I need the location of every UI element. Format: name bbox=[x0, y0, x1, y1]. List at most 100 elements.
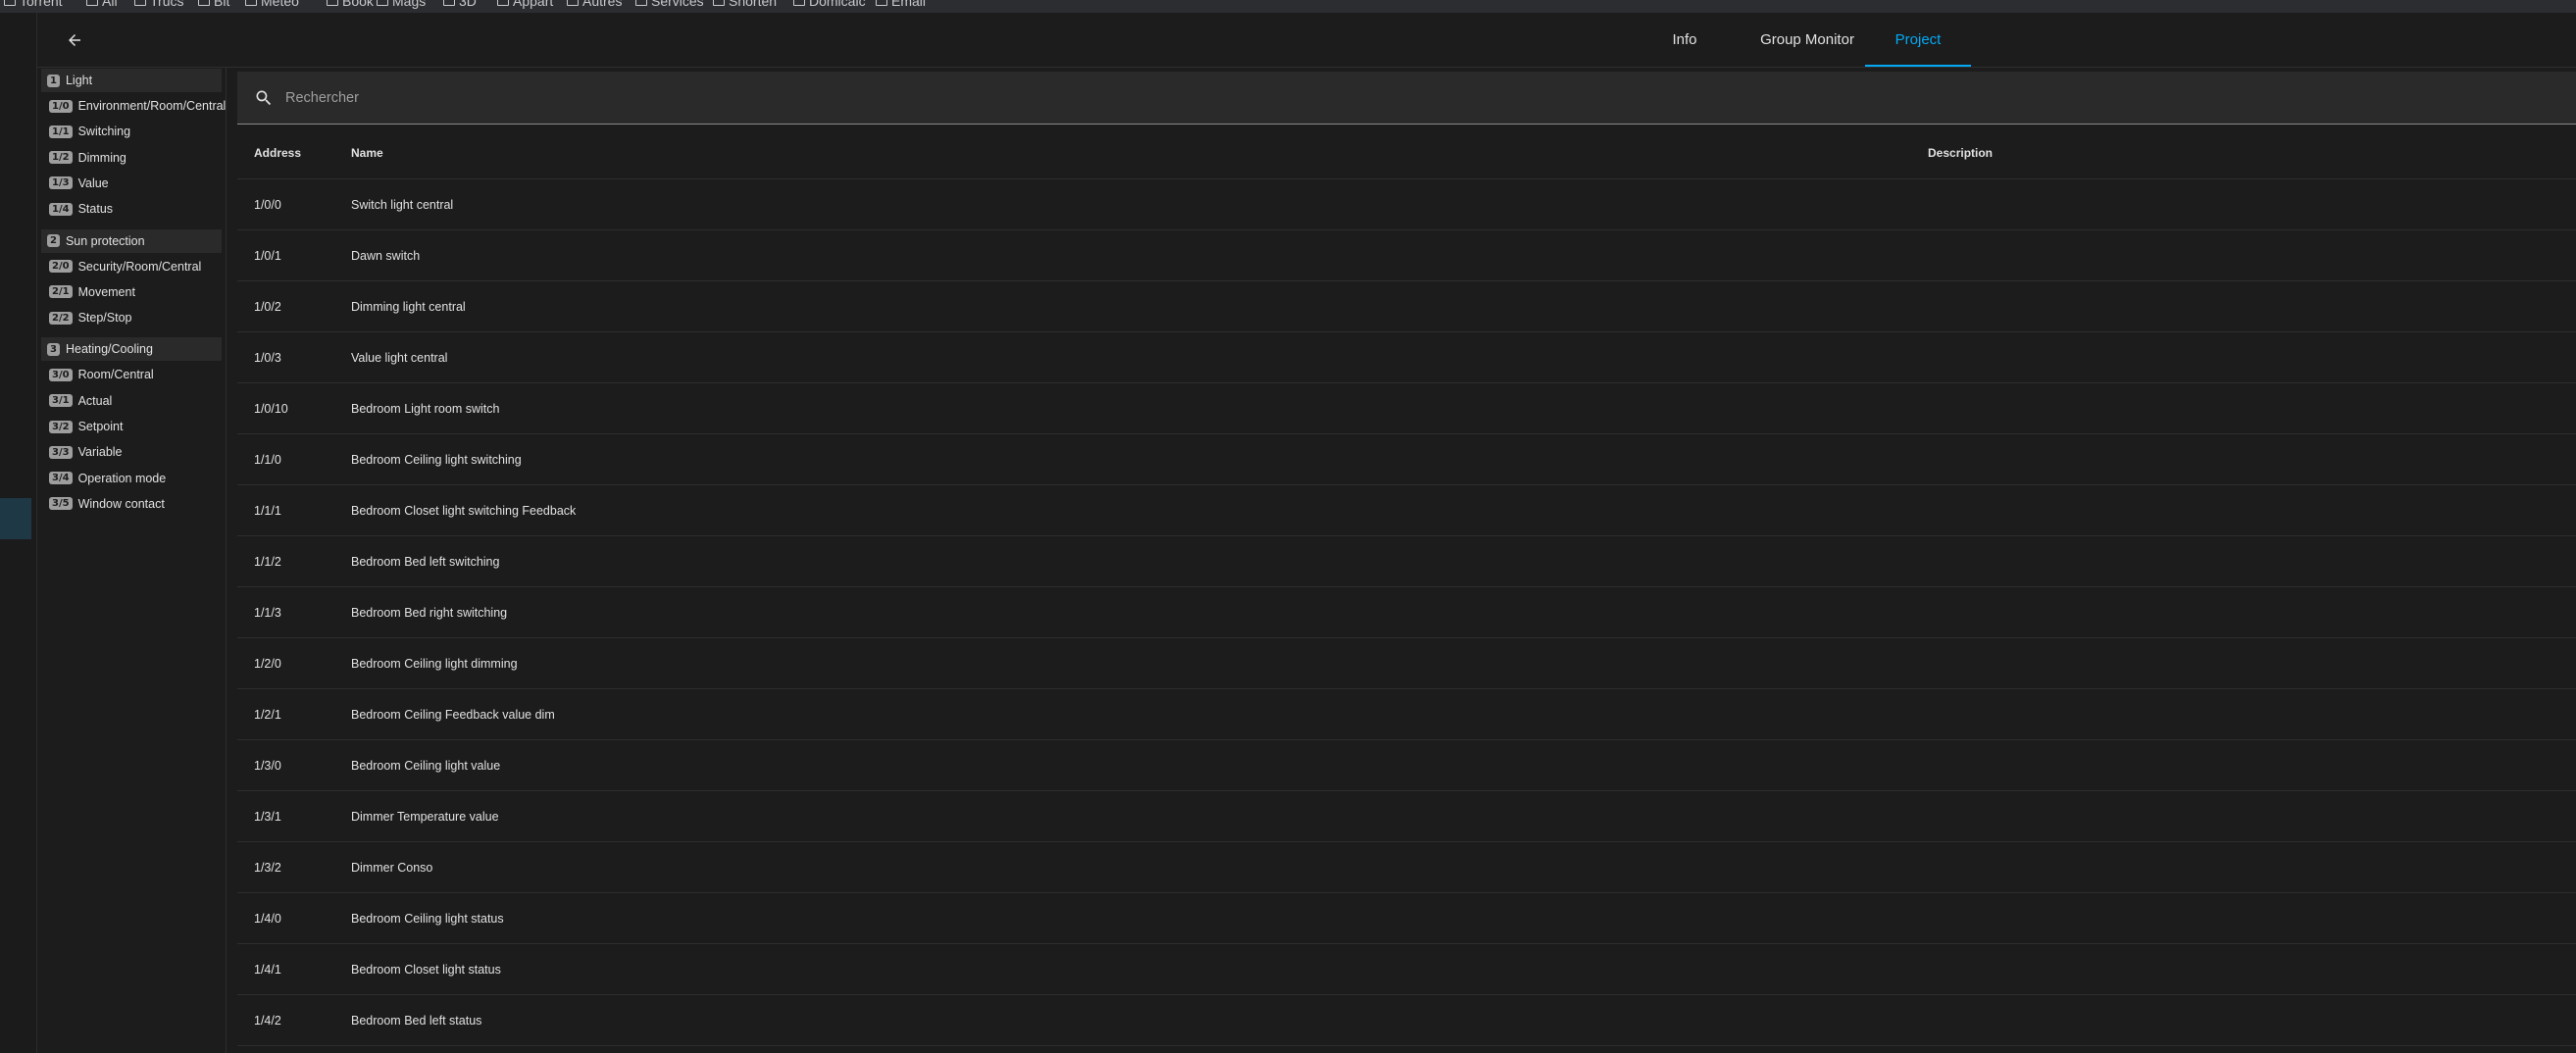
cell-name: Bedroom Ceiling light switching bbox=[351, 452, 522, 467]
column-header-address[interactable]: Address bbox=[254, 127, 301, 178]
table-row[interactable]: 1/0/3 Value light central bbox=[237, 332, 2576, 383]
cell-name: Bedroom Bed left status bbox=[351, 1013, 482, 1028]
tree-middle-group[interactable]: 3/3 Variable bbox=[49, 440, 123, 464]
bookmark-label: Trucs bbox=[150, 0, 184, 9]
table-row[interactable]: 1/1/2 Bedroom Bed left switching bbox=[237, 536, 2576, 587]
bookmark-item[interactable]: Ali bbox=[86, 0, 118, 9]
tree-middle-group-label: Step/Stop bbox=[77, 311, 132, 326]
group-address-badge: 3/3 bbox=[49, 445, 73, 459]
tree-middle-group[interactable]: 2/0 Security/Room/Central bbox=[49, 255, 201, 278]
table-row[interactable]: 1/4/1 Bedroom Closet light status bbox=[237, 944, 2576, 995]
bookmark-item[interactable]: Trucs bbox=[134, 0, 184, 9]
tree-middle-group[interactable]: 3/1 Actual bbox=[49, 389, 112, 413]
cell-name: Bedroom Light room switch bbox=[351, 401, 500, 416]
search-icon bbox=[256, 90, 272, 105]
table-row[interactable]: 1/4/2 Bedroom Bed left status bbox=[237, 995, 2576, 1046]
bookmark-item[interactable]: Mags bbox=[377, 0, 426, 9]
folder-icon bbox=[377, 0, 388, 6]
top-app-bar: Info Group Monitor Project bbox=[37, 13, 2576, 68]
cell-name: Dimming light central bbox=[351, 299, 466, 314]
table-row[interactable]: 1/2/0 Bedroom Ceiling light dimming bbox=[237, 638, 2576, 689]
tree-middle-group[interactable]: 1/2 Dimming bbox=[49, 146, 126, 170]
table-row[interactable]: 1/3/0 Bedroom Ceiling light value bbox=[237, 740, 2576, 791]
tree-middle-group-label: Status bbox=[77, 202, 114, 217]
tree-main-group[interactable]: 3 Heating/Cooling bbox=[41, 337, 222, 362]
table-row[interactable]: 1/0/2 Dimming light central bbox=[237, 281, 2576, 332]
table-row[interactable]: 1/3/2 Dimmer Conso bbox=[237, 842, 2576, 893]
bookmark-item[interactable]: Autres bbox=[567, 0, 622, 9]
tree-middle-group[interactable]: 1/3 Value bbox=[49, 172, 109, 195]
table-row[interactable]: 1/0/1 Dawn switch bbox=[237, 230, 2576, 281]
search-input[interactable] bbox=[283, 88, 1170, 107]
tree-middle-group[interactable]: 3/4 Operation mode bbox=[49, 467, 166, 490]
tab-group-monitor[interactable]: Group Monitor bbox=[1739, 13, 1876, 67]
bookmark-item[interactable]: Bit bbox=[198, 0, 229, 9]
tree-middle-group[interactable]: 2/2 Step/Stop bbox=[49, 306, 131, 329]
cell-address: 1/0/10 bbox=[254, 401, 288, 416]
bookmark-item[interactable]: Shorten bbox=[713, 0, 777, 9]
column-header-name[interactable]: Name bbox=[351, 127, 383, 178]
tree-middle-group[interactable]: 1/1 Switching bbox=[49, 120, 130, 143]
bookmark-item[interactable]: Email bbox=[876, 0, 926, 9]
group-address-badge: 1/2 bbox=[49, 151, 73, 165]
bookmark-item[interactable]: Appart bbox=[497, 0, 553, 9]
tree-middle-group-label: Room/Central bbox=[77, 368, 154, 382]
bookmark-item[interactable]: Meteo bbox=[245, 0, 299, 9]
tree-middle-group[interactable]: 3/0 Room/Central bbox=[49, 363, 154, 386]
cell-address: 1/3/1 bbox=[254, 809, 281, 824]
column-header-description[interactable]: Description bbox=[1928, 127, 1993, 178]
tree-middle-group-label: Security/Room/Central bbox=[77, 259, 202, 274]
table-row[interactable]: 1/0/10 Bedroom Light room switch bbox=[237, 383, 2576, 434]
tree-middle-group[interactable]: 3/5 Window contact bbox=[49, 492, 165, 516]
folder-icon bbox=[86, 0, 98, 6]
bookmark-label: Domicalc bbox=[809, 0, 866, 9]
tab-info[interactable]: Info bbox=[1645, 13, 1724, 67]
cell-name: Bedroom Closet light switching Feedback bbox=[351, 503, 577, 518]
tab-project[interactable]: Project bbox=[1865, 13, 1971, 67]
tree-main-group[interactable]: 1 Light bbox=[41, 69, 222, 92]
table-row[interactable]: 1/1/1 Bedroom Closet light switching Feed… bbox=[237, 485, 2576, 536]
tree-middle-group[interactable]: 3/2 Setpoint bbox=[49, 415, 123, 438]
bookmark-item[interactable]: 3D bbox=[443, 0, 477, 9]
tree-middle-group[interactable]: 1/4 Status bbox=[49, 197, 113, 221]
cell-address: 1/0/1 bbox=[254, 248, 281, 263]
table-row[interactable]: 1/0/0 Switch light central bbox=[237, 179, 2576, 230]
tree-middle-group-label: Window contact bbox=[77, 496, 165, 511]
table-row[interactable]: 1/3/1 Dimmer Temperature value bbox=[237, 791, 2576, 842]
folder-icon bbox=[635, 0, 647, 6]
sidebar-active-indicator[interactable] bbox=[0, 498, 31, 539]
group-address-badge: 1 bbox=[47, 74, 60, 87]
bookmark-item[interactable]: Book bbox=[327, 0, 374, 9]
group-address-badge: 3 bbox=[47, 342, 60, 356]
table-row[interactable]: 1/4/0 Bedroom Ceiling light status bbox=[237, 893, 2576, 944]
cell-address: 1/4/1 bbox=[254, 962, 281, 977]
back-button[interactable] bbox=[61, 26, 88, 54]
tree-middle-group-label: Operation mode bbox=[77, 471, 167, 485]
tree-middle-group[interactable]: 1/0 Environment/Room/Central bbox=[49, 94, 226, 118]
group-address-badge: 3/4 bbox=[49, 472, 73, 485]
cell-name: Bedroom Ceiling light status bbox=[351, 911, 504, 926]
project-panel: Address Name Description 1/0/0 Switch lig… bbox=[237, 68, 2576, 1053]
cell-address: 1/1/1 bbox=[254, 503, 281, 518]
tree-middle-group-label: Value bbox=[77, 176, 109, 190]
group-address-tree: 1 Light 1/0 Environment/Room/Central 1/1 Swit… bbox=[37, 68, 227, 1053]
cell-address: 1/1/3 bbox=[254, 605, 281, 620]
group-address-badge: 1/0 bbox=[49, 99, 73, 113]
bookmark-label: Ali bbox=[102, 0, 118, 9]
table-row[interactable]: 1/1/0 Bedroom Ceiling light switching bbox=[237, 434, 2576, 485]
tree-middle-group[interactable]: 2/1 Movement bbox=[49, 280, 135, 304]
cell-name: Dimmer Conso bbox=[351, 860, 433, 875]
bookmark-label: 3D bbox=[459, 0, 477, 9]
bookmark-item[interactable]: Domicalc bbox=[793, 0, 866, 9]
table-row[interactable]: 1/2/1 Bedroom Ceiling Feedback value dim bbox=[237, 689, 2576, 740]
bookmark-item[interactable]: Torrent bbox=[4, 0, 63, 9]
search-bar[interactable] bbox=[237, 72, 2576, 125]
folder-icon bbox=[793, 0, 805, 6]
bookmark-label: Services bbox=[651, 0, 704, 9]
folder-icon bbox=[713, 0, 725, 6]
table-row[interactable]: 1/1/3 Bedroom Bed right switching bbox=[237, 587, 2576, 638]
bookmark-item[interactable]: Services bbox=[635, 0, 704, 9]
tree-main-group[interactable]: 2 Sun protection bbox=[41, 228, 222, 253]
tree-middle-group-label: Dimming bbox=[77, 150, 126, 165]
tree-middle-group-label: Movement bbox=[77, 284, 135, 299]
